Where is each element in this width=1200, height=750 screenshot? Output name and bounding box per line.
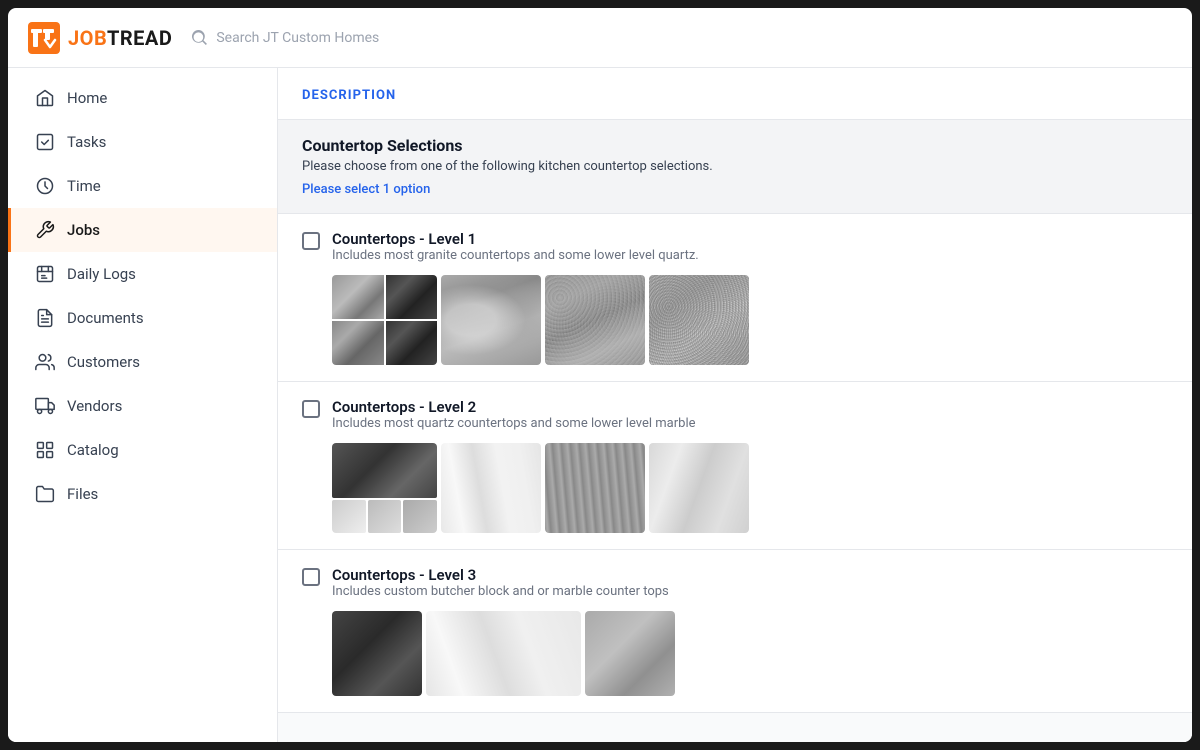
sidebar-item-files[interactable]: Files — [8, 472, 277, 516]
sidebar-label-tasks: Tasks — [67, 133, 106, 151]
option-title-level3: Countertops - Level 3 — [332, 566, 669, 584]
sidebar-label-documents: Documents — [67, 309, 144, 327]
sidebar-label-time: Time — [67, 177, 101, 195]
header: JOBTREAD Search JT Custom Homes — [8, 8, 1192, 68]
selection-title: Countertop Selections — [302, 136, 1168, 155]
image-grid-level2 — [332, 443, 1168, 533]
checkbox-level2[interactable] — [302, 400, 320, 418]
selection-subtitle: Please choose from one of the following … — [302, 159, 1168, 174]
option-desc-level3: Includes custom butcher block and or mar… — [332, 584, 669, 599]
catalog-icon — [35, 440, 55, 460]
sidebar-label-files: Files — [67, 485, 98, 503]
search-bar[interactable]: Search JT Custom Homes — [192, 30, 1172, 46]
select-prompt: Please select 1 option — [302, 182, 1168, 197]
search-placeholder: Search JT Custom Homes — [216, 30, 379, 46]
sidebar-item-documents[interactable]: Documents — [8, 296, 277, 340]
granite-image-3 — [545, 275, 645, 365]
documents-icon — [35, 308, 55, 328]
granite-image-1 — [332, 275, 437, 365]
marble-image-4 — [649, 443, 749, 533]
tasks-icon — [35, 132, 55, 152]
sidebar-label-jobs: Jobs — [67, 221, 100, 239]
sidebar-item-jobs[interactable]: Jobs — [8, 208, 277, 252]
search-icon — [192, 30, 208, 46]
logo: JOBTREAD — [28, 22, 172, 54]
checkbox-level1[interactable] — [302, 232, 320, 250]
marble3-image-2 — [426, 611, 581, 696]
option-text-level2: Countertops - Level 2 Includes most quar… — [332, 398, 696, 431]
logo-job: JOB — [68, 26, 107, 50]
home-icon — [35, 88, 55, 108]
marble3-image-3 — [585, 611, 675, 696]
logo-text: JOBTREAD — [68, 26, 172, 50]
vendors-icon — [35, 396, 55, 416]
sidebar-label-customers: Customers — [67, 353, 140, 371]
logo-tread: TREAD — [107, 26, 172, 50]
time-icon — [35, 176, 55, 196]
marble-image-3 — [545, 443, 645, 533]
option-title-level2: Countertops - Level 2 — [332, 398, 696, 416]
option-desc-level2: Includes most quartz countertops and som… — [332, 416, 696, 431]
sidebar: Home Tasks Time — [8, 68, 278, 742]
sidebar-item-daily-logs[interactable]: Daily Logs — [8, 252, 277, 296]
section-label: DESCRIPTION — [302, 88, 396, 103]
image-grid-level3 — [332, 611, 1168, 696]
image-grid-level1 — [332, 275, 1168, 365]
customers-icon — [35, 352, 55, 372]
granite-image-2 — [441, 275, 541, 365]
sidebar-label-daily-logs: Daily Logs — [67, 265, 136, 283]
daily-logs-icon — [35, 264, 55, 284]
sidebar-item-vendors[interactable]: Vendors — [8, 384, 277, 428]
main-layout: Home Tasks Time — [8, 68, 1192, 742]
sidebar-item-customers[interactable]: Customers — [8, 340, 277, 384]
option-text-level1: Countertops - Level 1 Includes most gran… — [332, 230, 699, 263]
option-level3: Countertops - Level 3 Includes custom bu… — [278, 550, 1192, 713]
files-icon — [35, 484, 55, 504]
checkbox-level3[interactable] — [302, 568, 320, 586]
option-text-level3: Countertops - Level 3 Includes custom bu… — [332, 566, 669, 599]
marble-image-2 — [441, 443, 541, 533]
option-level1: Countertops - Level 1 Includes most gran… — [278, 214, 1192, 382]
logo-icon — [28, 22, 60, 54]
sidebar-label-catalog: Catalog — [67, 441, 119, 459]
option-level2: Countertops - Level 2 Includes most quar… — [278, 382, 1192, 550]
selection-section: Countertop Selections Please choose from… — [278, 120, 1192, 214]
sidebar-item-catalog[interactable]: Catalog — [8, 428, 277, 472]
granite-image-4 — [649, 275, 749, 365]
main-content: DESCRIPTION Countertop Selections Please… — [278, 68, 1192, 742]
option-title-level1: Countertops - Level 1 — [332, 230, 699, 248]
sidebar-label-vendors: Vendors — [67, 397, 122, 415]
marble-image-1 — [332, 443, 437, 533]
sidebar-item-time[interactable]: Time — [8, 164, 277, 208]
sidebar-item-home[interactable]: Home — [8, 76, 277, 120]
sidebar-label-home: Home — [67, 89, 107, 107]
jobs-icon — [35, 220, 55, 240]
option-desc-level1: Includes most granite countertops and so… — [332, 248, 699, 263]
marble3-image-1 — [332, 611, 422, 696]
content-header: DESCRIPTION — [278, 68, 1192, 120]
sidebar-item-tasks[interactable]: Tasks — [8, 120, 277, 164]
